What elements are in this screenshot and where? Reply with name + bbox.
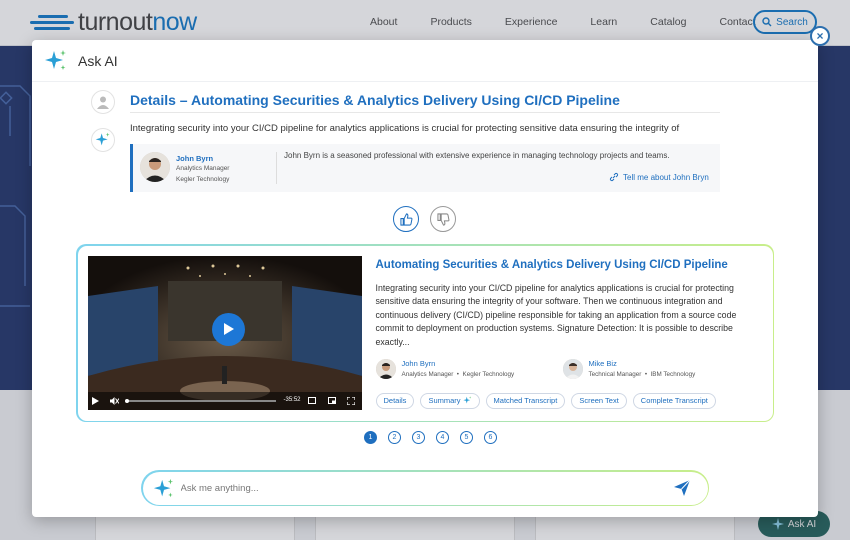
ask-ai-modal: Ask AI Details – Automating Securities &… [32, 40, 818, 517]
modal-title: Ask AI [78, 52, 118, 69]
speaker-role: Analytics Manager [401, 370, 454, 378]
expert-role: Analytics Manager [176, 165, 230, 172]
progress-track[interactable] [125, 400, 276, 402]
mute-icon[interactable] [109, 396, 119, 405]
speaker-company: IBM Technology [650, 370, 696, 378]
send-icon[interactable] [673, 479, 691, 497]
speaker-avatar [375, 358, 396, 379]
sparkle-icon [153, 478, 173, 497]
expert-company: Kegler Technology [176, 176, 230, 183]
divider [130, 112, 720, 113]
ai-sparkle-icon [91, 128, 115, 152]
video-player[interactable]: -35:52 [87, 255, 362, 410]
close-button[interactable]: × [810, 26, 830, 46]
captions-icon[interactable] [307, 396, 316, 404]
divider [276, 152, 277, 184]
sparkle-icon [462, 396, 471, 404]
expert-name[interactable]: John Byrn [176, 154, 213, 163]
speaker-role-company: Technical Manager • IBM Technology [588, 370, 696, 378]
result-description: Integrating security into your CI/CD pip… [375, 282, 737, 347]
speaker-name: Mike Biz [588, 358, 617, 368]
video-controls: -35:52 [87, 391, 362, 410]
page-button-1[interactable]: 1 [364, 431, 377, 444]
answer-text: Integrating security into your CI/CD pip… [130, 123, 680, 134]
tab-summary[interactable]: Summary [420, 392, 480, 409]
fullscreen-icon[interactable] [346, 396, 355, 405]
close-icon: × [816, 29, 824, 43]
speaker-john-byrn[interactable]: John Byrn Analytics Manager • Kegler Tec… [375, 358, 515, 379]
ask-bar [141, 470, 709, 506]
picture-in-picture-icon[interactable] [327, 396, 336, 404]
result-card[interactable]: -35:52 Automating Securities & Analytics… [76, 244, 774, 422]
expert-avatar [140, 152, 170, 182]
thumbs-down-icon [436, 212, 449, 226]
page-button-4[interactable]: 4 [436, 431, 449, 444]
play-small-icon[interactable] [91, 396, 99, 405]
question-title: Details – Automating Securities & Analyt… [130, 92, 620, 108]
tab-screen-text[interactable]: Screen Text [571, 392, 627, 409]
ask-input[interactable] [180, 479, 661, 498]
video-time: -35:52 [283, 396, 301, 403]
play-icon [224, 323, 234, 335]
user-avatar-icon [91, 90, 115, 114]
result-title[interactable]: Automating Securities & Analytics Delive… [376, 259, 728, 271]
page-button-3[interactable]: 3 [412, 431, 425, 444]
thumbs-up-icon [399, 212, 412, 226]
thumbs-down-button[interactable] [430, 206, 456, 232]
link-icon [609, 172, 619, 182]
speaker-role-company: Analytics Manager • Kegler Technology [401, 370, 515, 378]
play-button[interactable] [211, 312, 245, 346]
tab-complete-transcript[interactable]: Complete Transcript [632, 392, 716, 409]
speaker-avatar [562, 358, 583, 379]
pagination: 1 2 3 4 5 6 [364, 431, 497, 444]
result-tabs: Details Summary Matched Transcript Scree… [375, 392, 716, 409]
expert-bio: John Byrn is a seasoned professional wit… [284, 151, 670, 160]
thumbs-up-button[interactable] [393, 206, 419, 232]
speaker-role: Technical Manager [588, 370, 642, 378]
speaker-company: Kegler Technology [462, 370, 515, 378]
speaker-name: John Byrn [401, 358, 436, 368]
modal-header: Ask AI [32, 40, 818, 82]
tell-me-about-link[interactable]: Tell me about John Bryn [609, 172, 709, 182]
speaker-mike-biz[interactable]: Mike Biz Technical Manager • IBM Technol… [562, 358, 696, 379]
tab-matched-transcript[interactable]: Matched Transcript [485, 392, 566, 409]
expert-card: John Byrn Analytics Manager Kegler Techn… [130, 144, 720, 192]
page-button-6[interactable]: 6 [484, 431, 497, 444]
page-button-2[interactable]: 2 [388, 431, 401, 444]
sparkle-icon [45, 49, 66, 70]
page-button-5[interactable]: 5 [460, 431, 473, 444]
tab-details[interactable]: Details [375, 392, 415, 409]
progress-thumb[interactable] [124, 398, 129, 403]
